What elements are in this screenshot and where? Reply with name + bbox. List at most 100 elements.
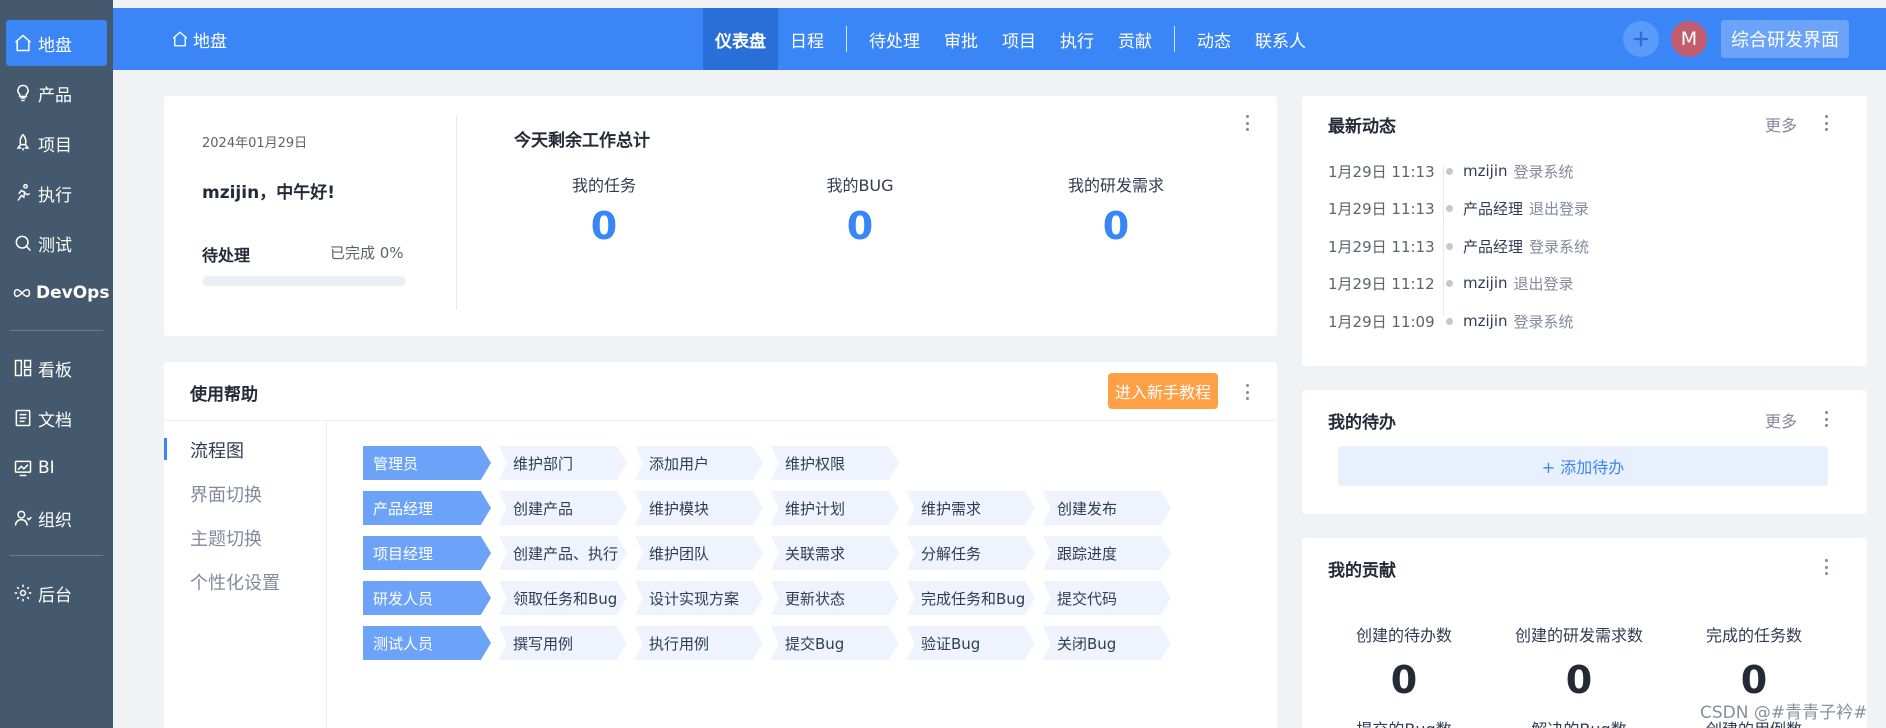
nav-activity[interactable]: 动态 <box>1185 8 1243 70</box>
sidebar-item-org[interactable]: 组织 <box>6 495 107 541</box>
monitor-chart-icon <box>12 457 34 479</box>
flow-step[interactable]: 提交Bug <box>771 626 899 660</box>
activity-card: 最新动态 更多 1月29日 11:13 mzijin 登录系统 1月29日 11… <box>1302 96 1867 366</box>
stat-value: 0 <box>1740 658 1768 702</box>
activity-item: 1月29日 11:12 mzijin 退出登录 <box>1328 272 1574 294</box>
nav-contribution[interactable]: 贡献 <box>1106 8 1164 70</box>
flow-row-product-manager: 产品经理 创建产品 维护模块 维护计划 维护需求 创建发布 <box>363 491 1179 525</box>
add-todo-button[interactable]: + 添加待办 <box>1338 446 1828 486</box>
flow-step[interactable]: 维护部门 <box>499 446 627 480</box>
flow-role: 研发人员 <box>363 581 491 615</box>
tutorial-button[interactable]: 进入新手教程 <box>1108 373 1218 409</box>
sidebar-item-doc[interactable]: 文档 <box>6 395 107 441</box>
sidebar-item-devops[interactable]: DevOps <box>6 270 109 316</box>
nav-project[interactable]: 项目 <box>990 8 1048 70</box>
people-icon <box>12 507 34 529</box>
greeting: mzijin，中午好! <box>202 183 335 203</box>
more-options-icon[interactable] <box>1820 112 1832 134</box>
activity-user: 产品经理 <box>1463 237 1524 256</box>
sidebar-item-test[interactable]: 测试 <box>6 220 107 266</box>
help-menu-personalize[interactable]: 个性化设置 <box>164 560 326 604</box>
activity-action[interactable]: 登录系统 <box>1529 236 1589 257</box>
stat-my-bugs[interactable]: 我的BUG 0 <box>770 172 950 248</box>
more-options-icon[interactable] <box>1820 408 1832 430</box>
nav-approval[interactable]: 审批 <box>932 8 990 70</box>
stat-my-tasks[interactable]: 我的任务 0 <box>514 172 694 248</box>
sidebar-item-dashboard[interactable]: 地盘 <box>6 20 107 66</box>
activity-more-link[interactable]: 更多 <box>1765 112 1797 136</box>
pending-label: 待处理 <box>202 246 251 265</box>
flow-step[interactable]: 维护计划 <box>771 491 899 525</box>
stat-label: 我的任务 <box>571 176 636 195</box>
contribution-stat[interactable]: 创建的研发需求数 0 解决的Bug数 <box>1499 622 1659 728</box>
help-menu-theme[interactable]: 主题切换 <box>164 516 326 560</box>
flow-step[interactable]: 维护模块 <box>635 491 763 525</box>
more-options-icon[interactable] <box>1241 381 1253 403</box>
flow-step[interactable]: 设计实现方案 <box>635 581 763 615</box>
stat-label: 完成的任务数 <box>1705 626 1802 645</box>
nav-contacts[interactable]: 联系人 <box>1243 8 1318 70</box>
flow-row-tester: 测试人员 撰写用例 执行用例 提交Bug 验证Bug 关闭Bug <box>363 626 1179 660</box>
help-menu-flowchart[interactable]: 流程图 <box>164 428 326 472</box>
flow-step[interactable]: 更新状态 <box>771 581 899 615</box>
stat-value: 0 <box>590 204 618 248</box>
sidebar-item-execution[interactable]: 执行 <box>6 170 107 216</box>
activity-action[interactable]: 退出登录 <box>1514 273 1574 294</box>
create-button[interactable] <box>1623 21 1659 57</box>
more-options-icon[interactable] <box>1820 556 1832 578</box>
avatar[interactable]: M <box>1671 21 1707 57</box>
activity-title: 最新动态 <box>1328 117 1396 137</box>
activity-action[interactable]: 登录系统 <box>1514 161 1574 182</box>
flow-step[interactable]: 关闭Bug <box>1043 626 1171 660</box>
stat-my-stories[interactable]: 我的研发需求 0 <box>1026 172 1206 248</box>
stat-label: 我的研发需求 <box>1067 176 1164 195</box>
activity-user: mzijin <box>1463 162 1508 180</box>
progress-bar <box>202 276 406 286</box>
sidebar-item-admin[interactable]: 后台 <box>6 570 107 616</box>
flow-step[interactable]: 创建发布 <box>1043 491 1171 525</box>
timeline-dot <box>1446 167 1453 175</box>
nav-pending[interactable]: 待处理 <box>857 8 932 70</box>
nav-schedule[interactable]: 日程 <box>778 8 836 70</box>
stat-label: 我的BUG <box>826 176 894 195</box>
flow-step[interactable]: 领取任务和Bug <box>499 581 627 615</box>
activity-action[interactable]: 退出登录 <box>1529 198 1589 219</box>
work-summary-title: 今天剩余工作总计 <box>514 131 650 151</box>
breadcrumb-home[interactable]: 地盘 <box>171 8 227 70</box>
flow-step[interactable]: 完成任务和Bug <box>907 581 1035 615</box>
flow-step[interactable]: 创建产品 <box>499 491 627 525</box>
divider <box>456 116 457 310</box>
help-menu: 流程图 界面切换 主题切换 个性化设置 <box>164 428 326 604</box>
flow-step[interactable]: 撰写用例 <box>499 626 627 660</box>
flow-step[interactable]: 执行用例 <box>635 626 763 660</box>
activity-item: 1月29日 11:13 产品经理 登录系统 <box>1328 235 1589 257</box>
nav-execution[interactable]: 执行 <box>1048 8 1106 70</box>
flow-step[interactable]: 验证Bug <box>907 626 1035 660</box>
flow-step[interactable]: 添加用户 <box>635 446 763 480</box>
flow-step[interactable]: 创建产品、执行 <box>499 536 627 570</box>
activity-action[interactable]: 登录系统 <box>1514 311 1574 332</box>
flow-step[interactable]: 跟踪进度 <box>1043 536 1171 570</box>
flow-step[interactable]: 关联需求 <box>771 536 899 570</box>
flow-step[interactable]: 维护需求 <box>907 491 1035 525</box>
sidebar-item-kanban[interactable]: 看板 <box>6 345 107 391</box>
sidebar-item-label: BI <box>38 458 55 478</box>
help-menu-interface[interactable]: 界面切换 <box>164 472 326 516</box>
sidebar-item-product[interactable]: 产品 <box>6 70 107 116</box>
sidebar-item-bi[interactable]: BI <box>6 445 107 491</box>
todo-more-link[interactable]: 更多 <box>1765 408 1797 432</box>
contribution-stat[interactable]: 创建的待办数 0 提交的Bug数 <box>1324 622 1484 728</box>
more-options-icon[interactable] <box>1241 112 1253 134</box>
sidebar-item-project[interactable]: 项目 <box>6 120 107 166</box>
flow-step[interactable]: 维护权限 <box>771 446 899 480</box>
interface-switch-button[interactable]: 综合研发界面 <box>1721 20 1849 58</box>
nav-dashboard[interactable]: 仪表盘 <box>703 8 778 70</box>
flow-step[interactable]: 分解任务 <box>907 536 1035 570</box>
flow-step[interactable]: 提交代码 <box>1043 581 1171 615</box>
flow-step[interactable]: 维护团队 <box>635 536 763 570</box>
activity-time: 1月29日 11:09 <box>1328 312 1435 331</box>
rocket-icon <box>12 132 34 154</box>
home-icon <box>172 31 188 47</box>
sidebar-item-label: 组织 <box>38 510 72 531</box>
flow-row-admin: 管理员 维护部门 添加用户 维护权限 <box>363 446 1179 480</box>
